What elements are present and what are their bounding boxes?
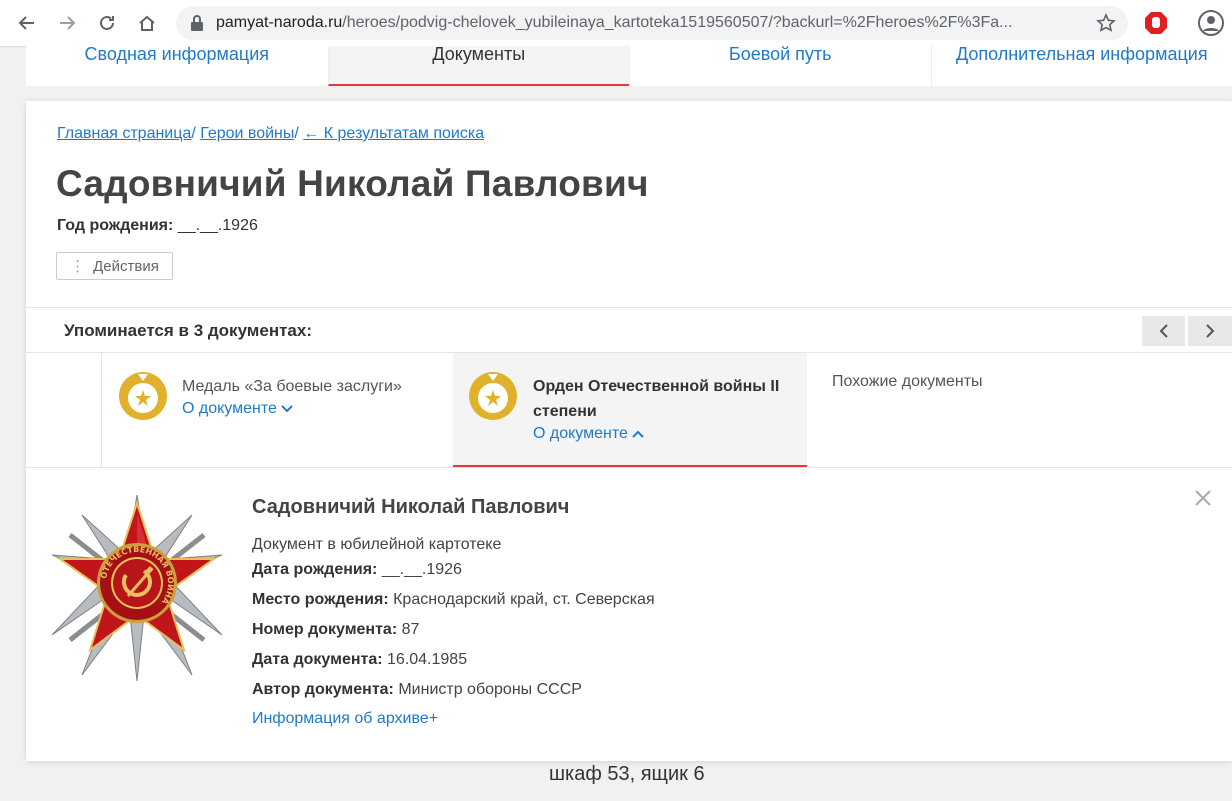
breadcrumb-separator: / xyxy=(191,125,196,142)
document-tab-medal[interactable]: Медаль «За боевые заслуги» О документе xyxy=(102,353,453,467)
tab-battle-path[interactable]: Боевой путь xyxy=(629,44,931,86)
prev-document-button[interactable] xyxy=(1142,316,1185,346)
field-value: 87 xyxy=(401,621,420,638)
page-title: Садовничий Николай Павлович xyxy=(56,163,649,204)
tab-summary-label: Сводная информация xyxy=(84,44,270,64)
reload-icon[interactable] xyxy=(92,8,122,38)
document-title-line1: Орден Отечественной войны II xyxy=(533,378,780,395)
about-document-link[interactable]: О документе xyxy=(533,425,645,443)
tab-documents[interactable]: Документы xyxy=(327,44,629,86)
section-tabs: Сводная информация Документы Боевой путь… xyxy=(26,44,1232,86)
back-to-results-link[interactable]: ← К результатам поиска xyxy=(303,125,484,142)
similar-documents-link[interactable]: Похожие документы xyxy=(832,373,983,391)
detail-field-doc-author: Автор документа: Министр обороны СССР xyxy=(252,681,582,699)
divider xyxy=(26,467,1232,468)
detail-field-birth-date: Дата рождения: __.__.1926 xyxy=(252,561,462,579)
chevron-left-icon xyxy=(1159,324,1168,338)
field-value: Краснодарский край, ст. Северская xyxy=(393,591,655,608)
hero-card: Главная страница/ Герои войны/ ← К резул… xyxy=(26,101,1232,761)
birth-year-label: Год рождения: xyxy=(57,217,174,234)
mentions-count: Упоминается в 3 документах: xyxy=(64,321,312,340)
field-label: Дата документа: xyxy=(252,651,383,668)
about-document-label: О документе xyxy=(533,425,628,442)
field-value: 16.04.1985 xyxy=(387,651,468,668)
field-label: Место рождения: xyxy=(252,591,389,608)
next-document-button[interactable] xyxy=(1188,316,1232,346)
tab-documents-label: Документы xyxy=(432,44,526,64)
detail-field-birth-place: Место рождения: Краснодарский край, ст. … xyxy=(252,591,655,609)
chevron-right-icon xyxy=(1206,324,1215,338)
address-bar[interactable]: pamyat-naroda.ru/heroes/podvig-chelovek_… xyxy=(176,6,1128,40)
bookmark-star-icon[interactable] xyxy=(1096,13,1116,33)
divider xyxy=(26,307,1232,308)
birth-year: Год рождения: __.__.1926 xyxy=(57,217,258,235)
field-label: Номер документа: xyxy=(252,621,398,638)
browser-toolbar: pamyat-naroda.ru/heroes/podvig-chelovek_… xyxy=(0,0,1232,47)
chevron-up-icon xyxy=(632,430,645,438)
archive-info-link[interactable]: Информация об архиве+ xyxy=(252,710,438,728)
about-document-label: О документе xyxy=(182,400,277,417)
tab-summary[interactable]: Сводная информация xyxy=(26,44,328,86)
breadcrumb: Главная страница/ Герои войны/ ← К резул… xyxy=(57,125,484,143)
medal-icon xyxy=(469,372,517,420)
order-patriotic-war-image: ОТЕЧЕСТВЕННАЯ ВОЙНА xyxy=(52,495,222,681)
document-title: Медаль «За боевые заслуги» xyxy=(182,378,402,395)
document-tab-order[interactable]: Орден Отечественной войны II степени О д… xyxy=(453,353,807,467)
actions-button-label: Действия xyxy=(93,257,159,275)
forward-arrow-icon[interactable] xyxy=(52,8,82,38)
document-title-line2: степени xyxy=(533,403,597,420)
close-icon[interactable] xyxy=(1194,489,1212,507)
chevron-down-icon xyxy=(281,405,294,413)
stop-hand-extension-icon[interactable] xyxy=(1144,11,1168,35)
lock-icon xyxy=(191,15,203,31)
back-arrow-icon[interactable] xyxy=(12,8,42,38)
detail-field-doc-number: Номер документа: 87 xyxy=(252,621,419,639)
document-type: Документ в юбилейной картотеке xyxy=(252,536,502,553)
tab-battle-path-label: Боевой путь xyxy=(728,44,832,64)
tab-additional-info[interactable]: Дополнительная информация xyxy=(930,44,1232,86)
url-path: /heroes/podvig-chelovek_yubileinaya_kart… xyxy=(342,14,1013,31)
field-label: Дата рождения: xyxy=(252,561,378,578)
url-text: pamyat-naroda.ru/heroes/podvig-chelovek_… xyxy=(216,6,1076,40)
detail-hero-name: Садовничий Николай Павлович xyxy=(252,496,570,518)
breadcrumb-home-link[interactable]: Главная страница xyxy=(57,125,191,142)
medal-icon xyxy=(119,372,167,420)
breadcrumb-separator: / xyxy=(294,125,299,142)
detail-field-doc-date: Дата документа: 16.04.1985 xyxy=(252,651,467,669)
tab-additional-info-label: Дополнительная информация xyxy=(955,44,1208,64)
field-label: Автор документа: xyxy=(252,681,394,698)
actions-button[interactable]: ⋮ Действия xyxy=(56,252,173,280)
about-document-link[interactable]: О документе xyxy=(182,400,294,418)
field-value: __.__.1926 xyxy=(381,561,462,578)
url-host: pamyat-naroda.ru xyxy=(216,14,343,31)
field-value: Министр обороны СССР xyxy=(398,681,582,698)
home-icon[interactable] xyxy=(132,8,162,38)
archive-location-text: шкаф 53, ящик 6 xyxy=(549,763,705,785)
breadcrumb-heroes-link[interactable]: Герои войны xyxy=(200,125,294,142)
birth-year-value: __.__.1926 xyxy=(177,217,258,234)
kebab-menu-icon: ⋮ xyxy=(70,258,86,275)
document-title: Орден Отечественной войны II степени xyxy=(533,374,779,424)
profile-avatar-icon[interactable] xyxy=(1198,10,1224,36)
